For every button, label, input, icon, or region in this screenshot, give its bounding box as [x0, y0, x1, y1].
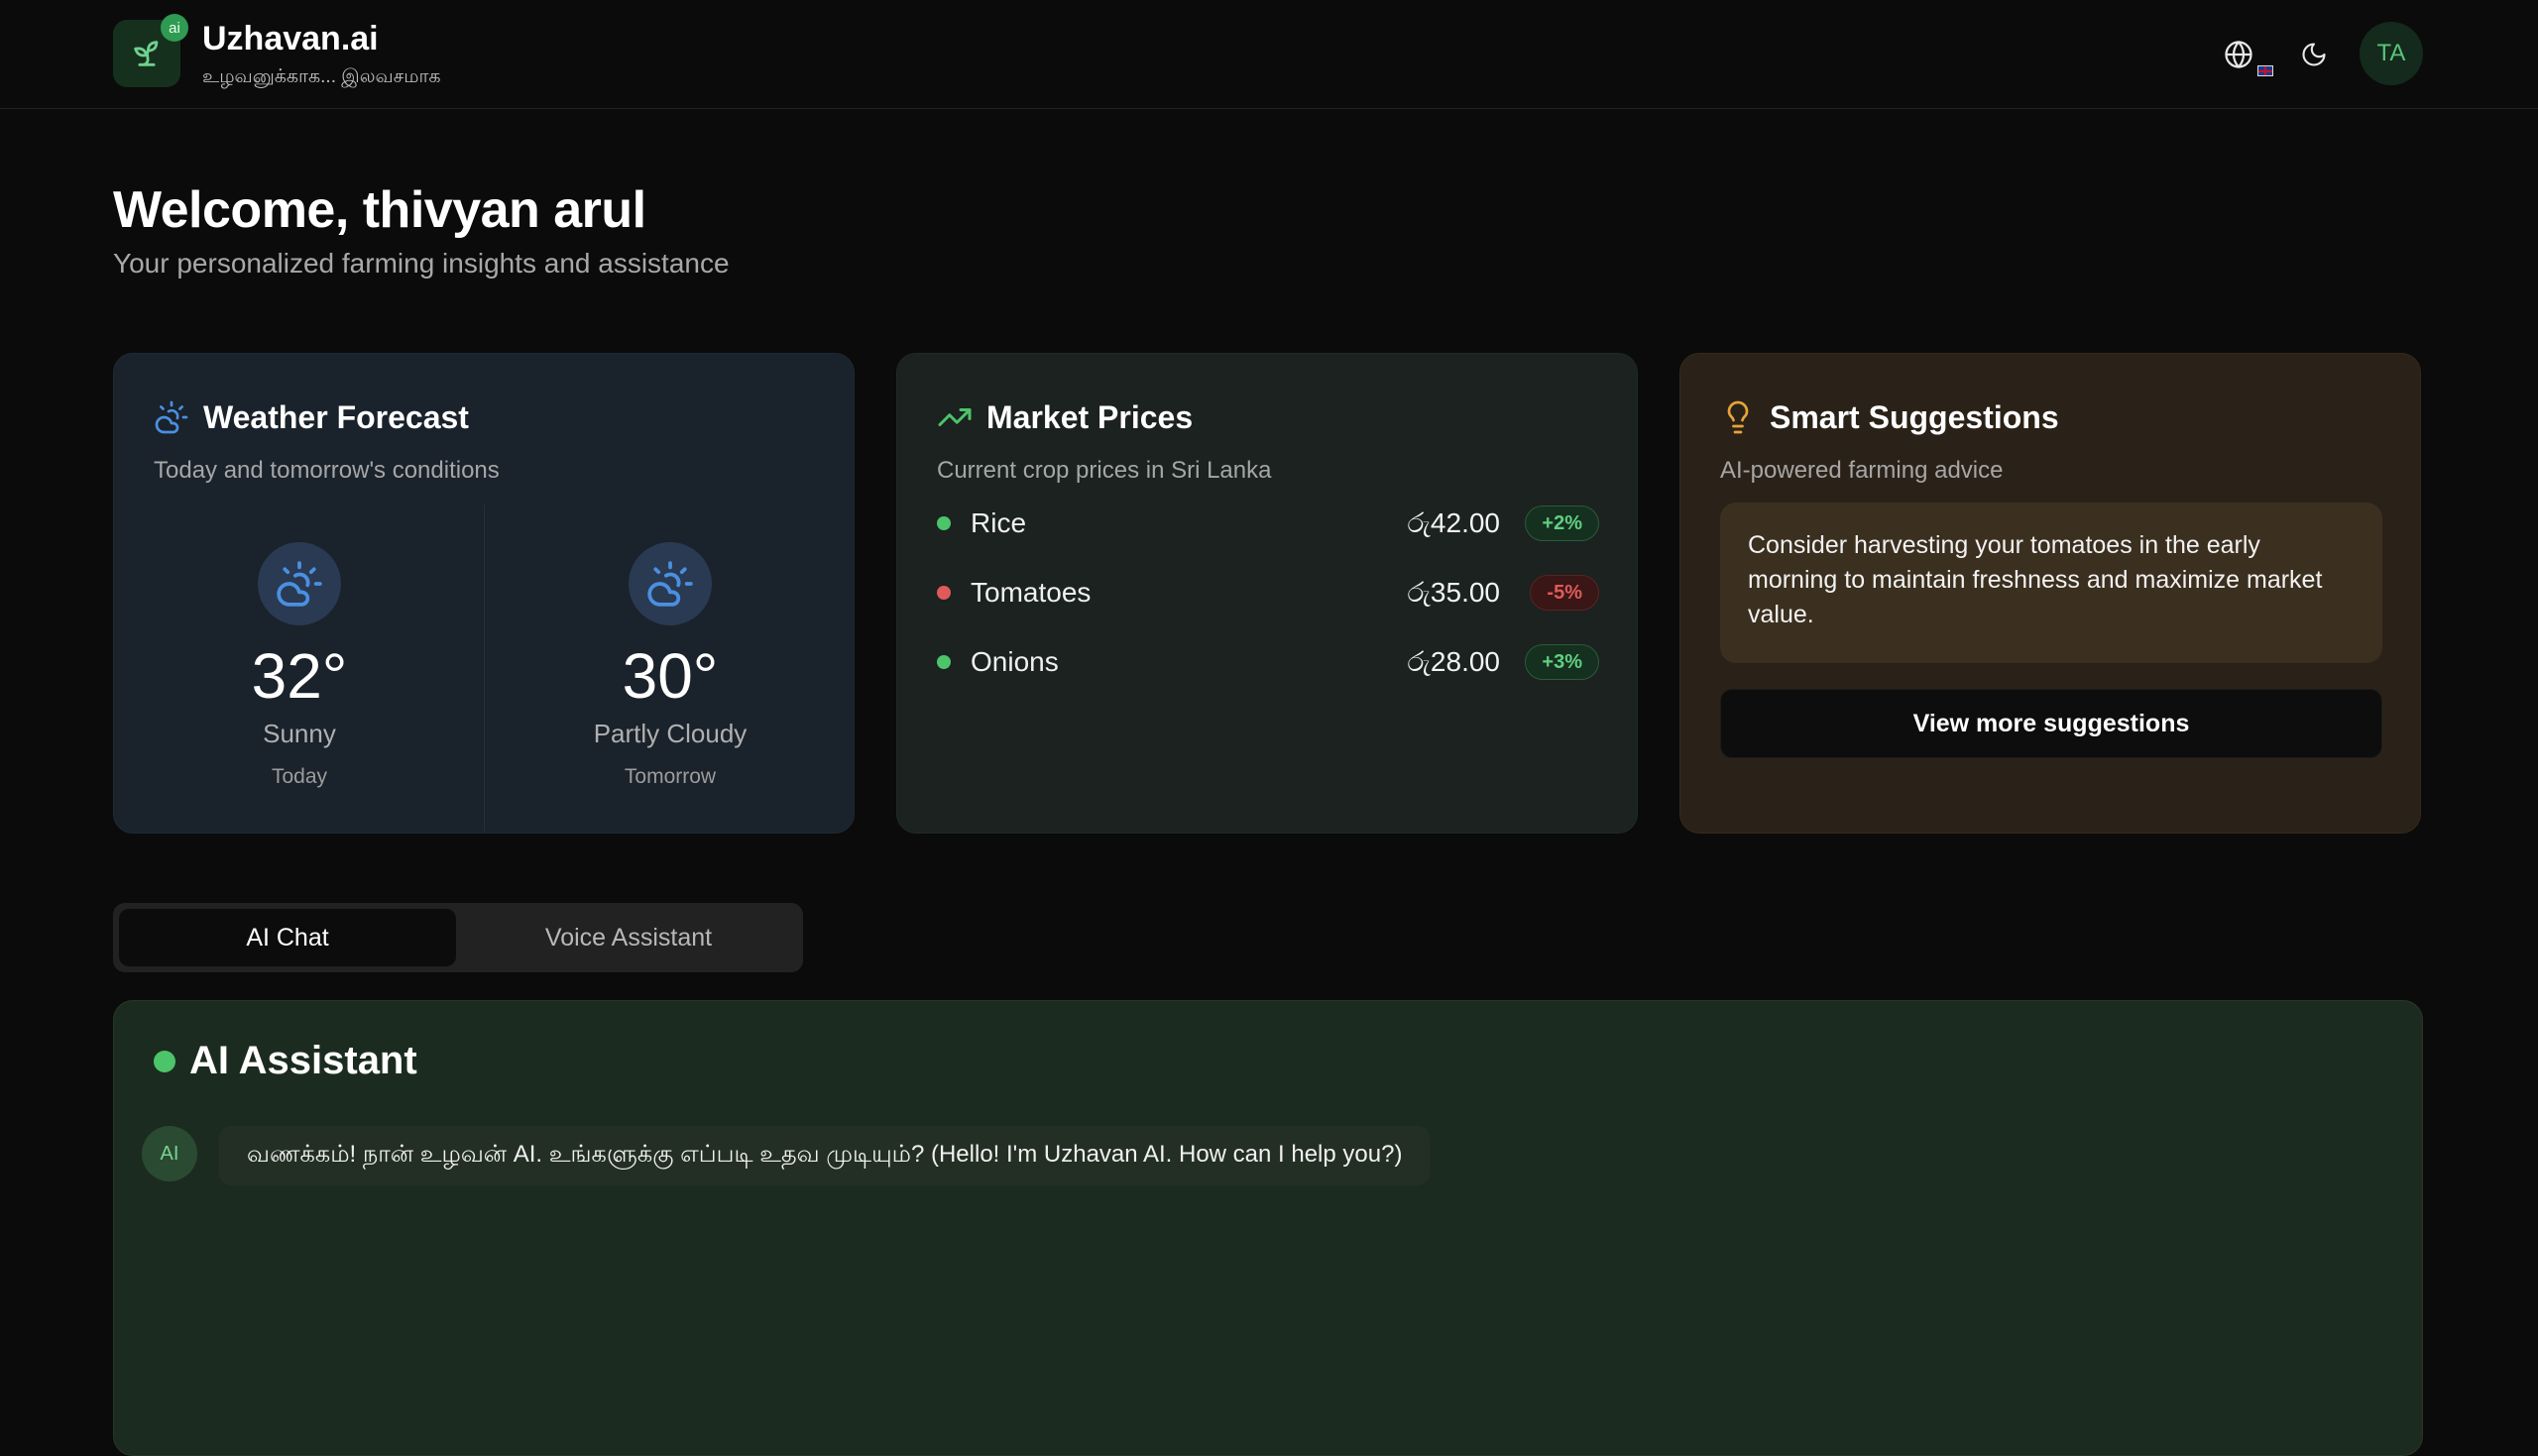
price-change-badge: +3%: [1525, 644, 1599, 680]
market-card: Market Prices Current crop prices in Sri…: [896, 353, 1638, 834]
brand-title[interactable]: Uzhavan.ai: [202, 20, 379, 58]
sprout-icon: [134, 41, 159, 66]
market-row: Tomatoes රු35.00 -5%: [937, 571, 1599, 615]
trend-dot: [937, 516, 951, 530]
suggestions-card: Smart Suggestions AI-powered farming adv…: [1679, 353, 2421, 834]
weather-tomorrow: 30° Partly Cloudy Tomorrow: [485, 542, 856, 830]
weather-card: Weather Forecast Today and tomorrow's co…: [113, 353, 855, 834]
weather-day: Today: [271, 765, 328, 788]
market-row: Onions රු28.00 +3%: [937, 640, 1599, 684]
weather-subtitle: Today and tomorrow's conditions: [154, 457, 500, 484]
market-title: Market Prices: [986, 399, 1194, 435]
online-status-dot: [154, 1051, 175, 1072]
weather-today: 32° Sunny Today: [114, 542, 485, 830]
ai-assistant-panel: AI Assistant AI வணக்கம்! நான் உழவன் AI. …: [113, 1000, 2423, 1456]
crop-price: රු35.00: [1407, 577, 1500, 608]
tab-voice-assistant[interactable]: Voice Assistant: [460, 909, 797, 966]
market-subtitle: Current crop prices in Sri Lanka: [937, 457, 1272, 484]
brand-subtitle: உழவனுக்காக... இலவசமாக: [202, 66, 441, 87]
weather-day: Tomorrow: [624, 765, 717, 788]
welcome-subtitle: Your personalized farming insights and a…: [113, 248, 730, 279]
trend-dot: [937, 655, 951, 669]
cloud-sun-icon: [647, 561, 693, 607]
tab-ai-chat[interactable]: AI Chat: [119, 909, 456, 966]
lightbulb-icon: [1727, 400, 1749, 434]
trending-up-icon: [938, 408, 972, 426]
uk-flag-icon: [2257, 65, 2273, 76]
suggestions-subtitle: AI-powered farming advice: [1720, 457, 2004, 484]
weather-icon-circle: [258, 542, 341, 625]
theme-toggle-button[interactable]: [2295, 36, 2333, 73]
market-row: Rice රු42.00 +2%: [937, 502, 1599, 545]
price-change-badge: +2%: [1525, 505, 1599, 541]
view-more-suggestions-button[interactable]: View more suggestions: [1720, 689, 2382, 758]
cloud-sun-icon: [277, 561, 322, 607]
top-header: ai Uzhavan.ai உழவனுக்காக... இலவசமாக TA: [0, 0, 2538, 109]
weather-temp: 32°: [251, 640, 348, 712]
assistant-tabs: AI Chat Voice Assistant: [113, 903, 803, 972]
trend-dot: [937, 586, 951, 600]
chat-message: வணக்கம்! நான் உழவன் AI. உங்களுக்கு எப்பட…: [219, 1126, 1431, 1185]
suggestions-title: Smart Suggestions: [1770, 399, 2059, 435]
crop-name: Onions: [971, 646, 1059, 677]
weather-condition: Partly Cloudy: [593, 719, 748, 748]
crop-name: Tomatoes: [971, 577, 1092, 608]
chat-title: AI Assistant: [189, 1039, 417, 1082]
crop-price: රු42.00: [1407, 507, 1500, 538]
crop-name: Rice: [971, 507, 1027, 538]
bot-avatar: AI: [142, 1126, 197, 1181]
globe-icon: [2225, 40, 2252, 69]
weather-temp: 30°: [622, 640, 719, 712]
crop-price: රු28.00: [1407, 646, 1500, 677]
user-avatar[interactable]: TA: [2360, 22, 2423, 85]
weather-icon-circle: [629, 542, 712, 625]
suggestion-text: Consider harvesting your tomatoes in the…: [1720, 503, 2382, 663]
welcome-title: Welcome, thivyan arul: [113, 181, 646, 239]
language-button[interactable]: [2220, 36, 2257, 73]
price-change-badge: -5%: [1530, 575, 1599, 611]
moon-icon: [2302, 43, 2326, 66]
weather-condition: Sunny: [263, 719, 336, 748]
cloud-sun-icon: [155, 400, 188, 434]
app-logo[interactable]: ai: [113, 14, 188, 87]
weather-title: Weather Forecast: [203, 399, 469, 435]
ai-badge: ai: [161, 14, 188, 42]
